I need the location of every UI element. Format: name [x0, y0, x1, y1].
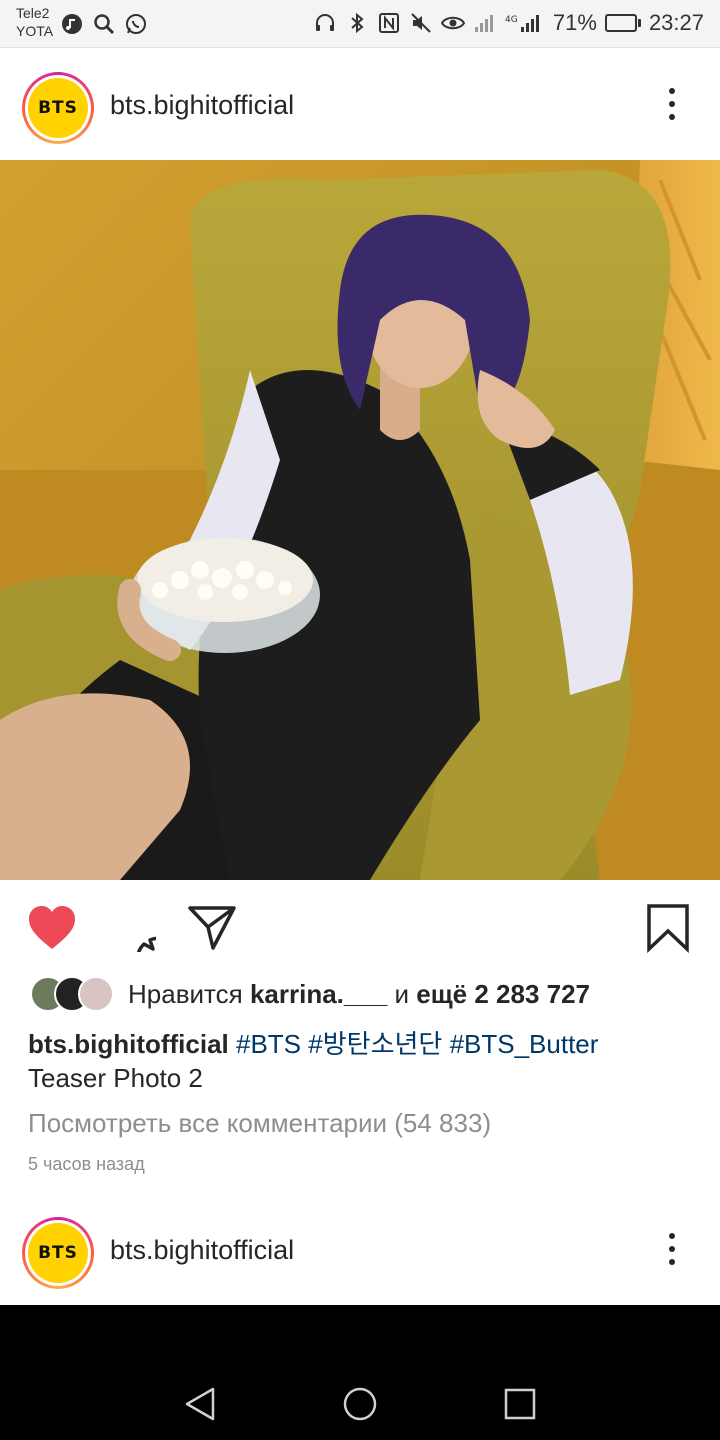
hashtag[interactable]: #BTS_Butter	[450, 1029, 599, 1059]
recents-button[interactable]	[495, 1379, 545, 1429]
eye-icon	[440, 11, 465, 35]
carrier-1: Tele2	[16, 5, 50, 21]
system-navigation-bar	[0, 1305, 720, 1440]
home-button[interactable]	[335, 1379, 385, 1429]
avatar	[78, 976, 114, 1012]
clock: 23:27	[648, 10, 704, 35]
nfc-icon	[377, 11, 401, 35]
likes-middle: и	[387, 978, 417, 1009]
like-button[interactable]	[26, 902, 78, 954]
more-vertical-icon	[669, 88, 675, 94]
recents-square-icon	[504, 1388, 536, 1420]
post-actions	[0, 880, 720, 972]
carrier-2: YOTA	[16, 23, 54, 39]
likes-prefix: Нравится	[128, 978, 250, 1009]
status-bar: Tele2 YOTA 4G 71% 23:27	[0, 0, 720, 48]
post-username[interactable]: bts.bighitofficial	[110, 90, 294, 121]
avatar-logo: BTS	[28, 1223, 88, 1283]
carrier-names: Tele2 YOTA	[16, 4, 53, 40]
post-username[interactable]: bts.bighitofficial	[110, 1235, 294, 1266]
avatar-logo: BTS	[28, 78, 88, 138]
battery-percent: 71%	[552, 10, 597, 35]
mute-icon	[409, 11, 433, 35]
caption-line-2: Teaser Photo 2	[28, 1063, 203, 1093]
share-button[interactable]	[186, 902, 238, 954]
signal-icon	[473, 11, 497, 35]
paper-plane-icon	[188, 906, 236, 950]
back-button[interactable]	[175, 1379, 225, 1429]
home-circle-icon	[343, 1387, 377, 1421]
profile-avatar[interactable]: BTS	[22, 72, 94, 144]
more-vertical-icon	[669, 1233, 675, 1239]
caption-username[interactable]: bts.bighitofficial	[28, 1029, 229, 1059]
music-note-icon	[60, 12, 84, 36]
liker-avatars	[30, 976, 114, 1012]
view-all-comments-link[interactable]: Посмотреть все комментарии (54 833)	[28, 1108, 491, 1139]
hashtag[interactable]: #BTS	[236, 1029, 301, 1059]
likes-count[interactable]: ещё 2 283 727	[416, 979, 590, 1009]
comment-button[interactable]	[106, 902, 158, 954]
save-button[interactable]	[642, 902, 694, 954]
system-icons: 4G 71% 23:27	[313, 10, 704, 36]
likes-text: Нравится karrina.___ и ещё 2 283 727	[128, 979, 590, 1010]
next-post-header: BTS bts.bighitofficial	[0, 1195, 720, 1305]
back-triangle-icon	[185, 1387, 215, 1421]
heart-icon	[29, 906, 75, 949]
network-label: 4G	[505, 15, 518, 25]
battery-icon	[604, 14, 641, 32]
search-icon	[92, 12, 116, 36]
comment-icon	[136, 936, 156, 952]
whatsapp-icon	[124, 12, 148, 36]
photo-illustration	[0, 160, 720, 880]
profile-avatar[interactable]: BTS	[22, 1217, 94, 1289]
more-options-button[interactable]	[660, 1227, 684, 1271]
notification-icons	[60, 12, 148, 36]
liker-username[interactable]: karrina.___	[250, 979, 387, 1009]
likes-summary[interactable]: Нравится karrina.___ и ещё 2 283 727	[30, 974, 590, 1014]
hashtag[interactable]: #방탄소년단	[308, 1029, 442, 1059]
post-header: BTS bts.bighitofficial	[0, 50, 720, 160]
headset-icon	[313, 11, 337, 35]
caption-line-1: bts.bighitofficial #BTS #방탄소년단 #BTS_Butt…	[28, 1024, 598, 1061]
more-options-button[interactable]	[660, 82, 684, 126]
post-timestamp: 5 часов назад	[28, 1154, 145, 1174]
bookmark-icon	[647, 904, 689, 953]
post-photo[interactable]	[0, 160, 720, 880]
bluetooth-icon	[345, 11, 369, 35]
signal-4g-icon: 4G	[505, 11, 545, 35]
